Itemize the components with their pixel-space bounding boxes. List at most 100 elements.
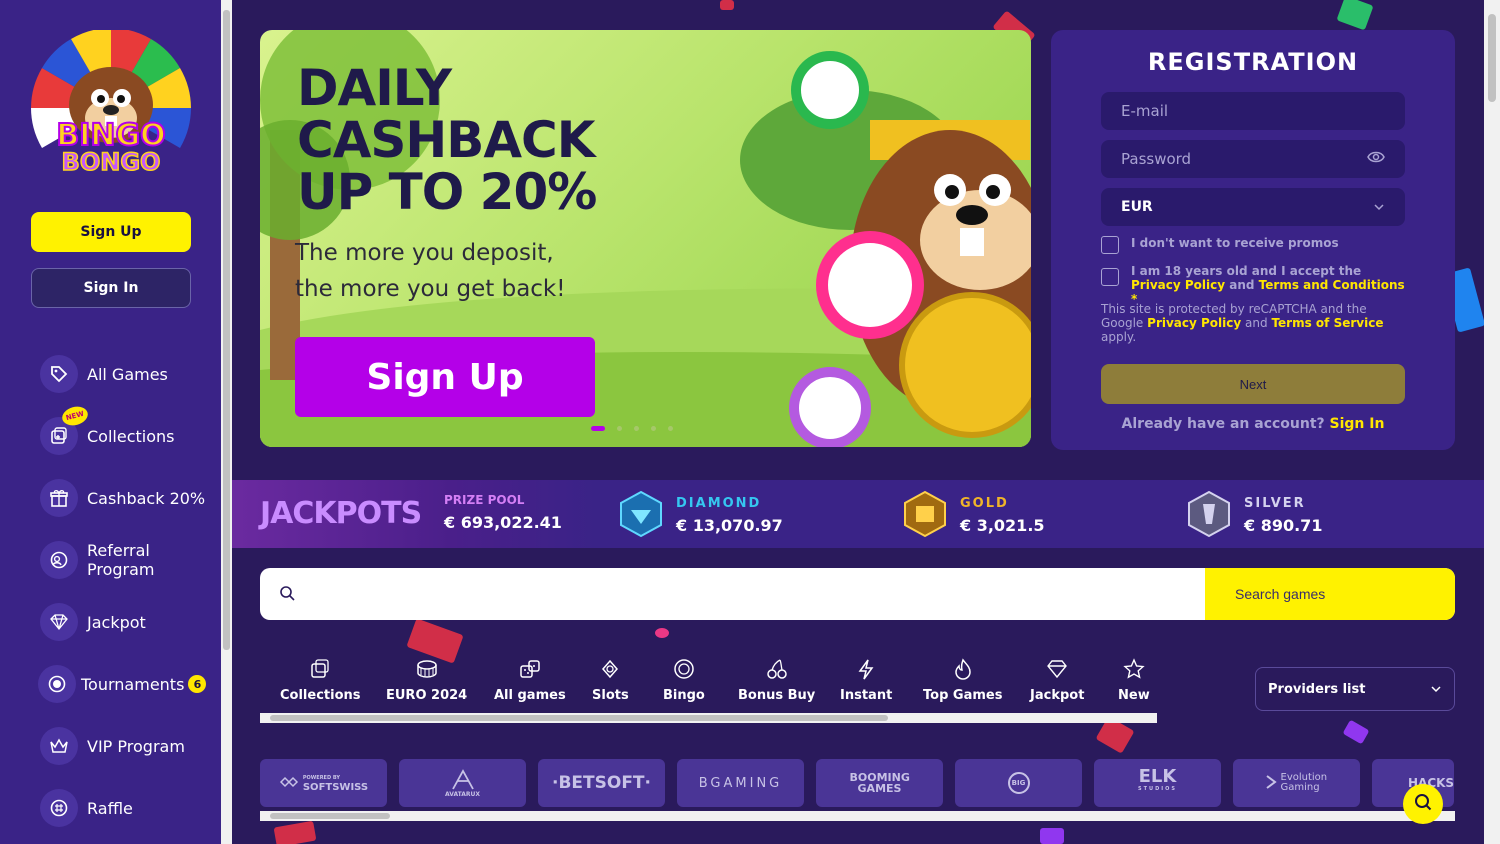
sidebar-item-label: Cashback 20% (87, 488, 206, 508)
tab-all-games[interactable]: All games (494, 656, 566, 703)
tab-slots[interactable]: Slots (592, 656, 629, 703)
signin-link[interactable]: Sign In (1330, 416, 1385, 432)
confetti (273, 820, 317, 844)
provider-avatarux[interactable]: AVATARUX (399, 759, 526, 807)
provider-big[interactable]: BIG (955, 759, 1082, 807)
age-terms-checkbox[interactable] (1101, 268, 1119, 286)
recaptcha-suffix: apply. (1101, 330, 1137, 344)
tab-label: New (1118, 688, 1150, 703)
jackpot-main: JACKPOTS PRIZE POOL € 693,022.41 (232, 480, 597, 548)
sidebar-item-vip[interactable]: VIP Program (40, 724, 215, 768)
promo-banner[interactable]: DAILY CASHBACK UP TO 20% The more you de… (260, 30, 1031, 447)
tab-instant[interactable]: Instant (840, 656, 892, 703)
tab-euro-2024[interactable]: EURO 2024 (386, 656, 467, 703)
categories-scrollbar[interactable] (260, 713, 1157, 723)
provider-name: BGAMING (698, 775, 783, 791)
sidebar-scrollbar[interactable] (221, 0, 232, 844)
provider-elk[interactable]: ELK STUDIOS (1094, 759, 1221, 807)
diamond-icon (40, 603, 78, 641)
age-terms-label: I am 18 years old and I accept the Priva… (1131, 264, 1405, 306)
carousel-dot[interactable] (591, 426, 605, 431)
password-field[interactable]: Password (1101, 140, 1405, 178)
providers-dropdown-label: Providers list (1268, 681, 1366, 697)
recaptcha-notice: This site is protected by reCAPTCHA and … (1101, 302, 1411, 344)
email-field[interactable]: E-mail (1101, 92, 1405, 130)
prize-pool-label: PRIZE POOL (444, 493, 525, 507)
tier-name: SILVER (1244, 496, 1306, 511)
provider-bgaming[interactable]: BGAMING (677, 759, 804, 807)
tournament-icon (38, 665, 76, 703)
carousel-dot[interactable] (634, 426, 639, 431)
banner-signup-button[interactable]: Sign Up (295, 337, 595, 417)
sidebar-item-collections[interactable]: NEW Collections (40, 403, 215, 458)
provider-evolution[interactable]: Evolution Gaming (1233, 759, 1360, 807)
sidebar-item-label: VIP Program (87, 736, 185, 756)
tier-value: € 3,021.5 (960, 516, 1045, 535)
provider-softswiss[interactable]: POWERED BY SOFTSWISS (260, 759, 387, 807)
tournaments-count-badge: 6 (188, 675, 207, 693)
avatarux-logo-icon (451, 768, 474, 789)
sidebar: BINGO BONGO Sign Up Sign In All Games NE… (0, 0, 221, 844)
tag-icon (40, 355, 78, 393)
next-button[interactable]: Next (1101, 364, 1405, 404)
provider-name: BIG (1007, 772, 1030, 794)
carousel-dot[interactable] (651, 426, 656, 431)
sidebar-item-jackpot[interactable]: Jackpot (40, 600, 215, 644)
search-games-button[interactable]: Search games (1205, 568, 1455, 620)
terms-link[interactable]: Terms and Conditions (1259, 278, 1405, 292)
chevron-down-icon (1430, 682, 1442, 697)
lightning-icon (853, 656, 879, 682)
tab-top-games[interactable]: Top Games (923, 656, 1002, 703)
promo-optout-label: I don't want to receive promos (1131, 236, 1339, 250)
provider-booming[interactable]: BOOMING GAMES (816, 759, 943, 807)
tab-label: Top Games (923, 688, 1003, 703)
tab-label: Jackpot (1030, 688, 1085, 703)
provider-betsoft[interactable]: ·BETSOFT· (538, 759, 665, 807)
recaptcha-and: and (1245, 316, 1268, 330)
tab-bingo[interactable]: Bingo (663, 656, 705, 703)
carousel-dot[interactable] (668, 426, 673, 431)
tab-new[interactable]: New (1118, 656, 1150, 703)
carousel-dot[interactable] (617, 426, 622, 431)
tab-collections[interactable]: Collections (280, 656, 361, 703)
bingo-icon (671, 656, 697, 682)
recaptcha-privacy-link[interactable]: Privacy Policy (1147, 316, 1241, 330)
privacy-policy-link[interactable]: Privacy Policy (1131, 278, 1225, 292)
sidebar-item-referral[interactable]: Referral Program (40, 538, 215, 582)
brand-logo[interactable]: BINGO BONGO (28, 28, 194, 180)
tab-label: EURO 2024 (386, 688, 468, 703)
tab-label: Bingo (663, 688, 705, 703)
jackpots-title: JACKPOTS (260, 496, 422, 531)
provider-name: BOOMING GAMES (849, 771, 910, 795)
gold-gem-icon (904, 490, 946, 538)
floating-search-button[interactable] (1403, 784, 1443, 824)
sidebar-item-raffle[interactable]: Raffle (40, 786, 215, 830)
search-input[interactable] (310, 568, 1200, 620)
providers-scrollbar[interactable] (260, 811, 1455, 821)
tab-label: Bonus Buy (738, 688, 816, 703)
slots-icon (597, 656, 623, 682)
raffle-icon (40, 789, 78, 827)
sidebar-item-tournaments[interactable]: Tournaments 6 (38, 662, 213, 706)
page-scrollbar[interactable] (1484, 0, 1500, 844)
registration-panel: REGISTRATION E-mail Password EUR I don't… (1051, 30, 1455, 450)
crown-icon (40, 727, 78, 765)
sidebar-signup-button[interactable]: Sign Up (31, 212, 191, 252)
sidebar-signin-button[interactable]: Sign In (31, 268, 191, 308)
currency-select[interactable]: EUR (1101, 188, 1405, 226)
already-text: Already have an account? (1121, 416, 1325, 432)
sidebar-item-cashback[interactable]: Cashback 20% (40, 476, 215, 520)
tab-jackpot[interactable]: Jackpot (1030, 656, 1084, 703)
tab-bonus-buy[interactable]: Bonus Buy (738, 656, 815, 703)
jackpots-bar[interactable]: JACKPOTS PRIZE POOL € 693,022.41 DIAMOND… (232, 480, 1484, 548)
gift-icon (40, 479, 78, 517)
providers-dropdown[interactable]: Providers list (1255, 667, 1455, 711)
sidebar-item-label: Tournaments (81, 674, 185, 694)
tier-name: GOLD (960, 496, 1009, 511)
recaptcha-terms-link[interactable]: Terms of Service (1271, 316, 1383, 330)
eye-icon[interactable] (1367, 150, 1385, 168)
evolution-logo-icon (1265, 774, 1277, 793)
sidebar-item-all-games[interactable]: All Games (40, 352, 215, 396)
promo-optout-checkbox[interactable] (1101, 236, 1119, 254)
diamond-icon (1044, 656, 1070, 682)
